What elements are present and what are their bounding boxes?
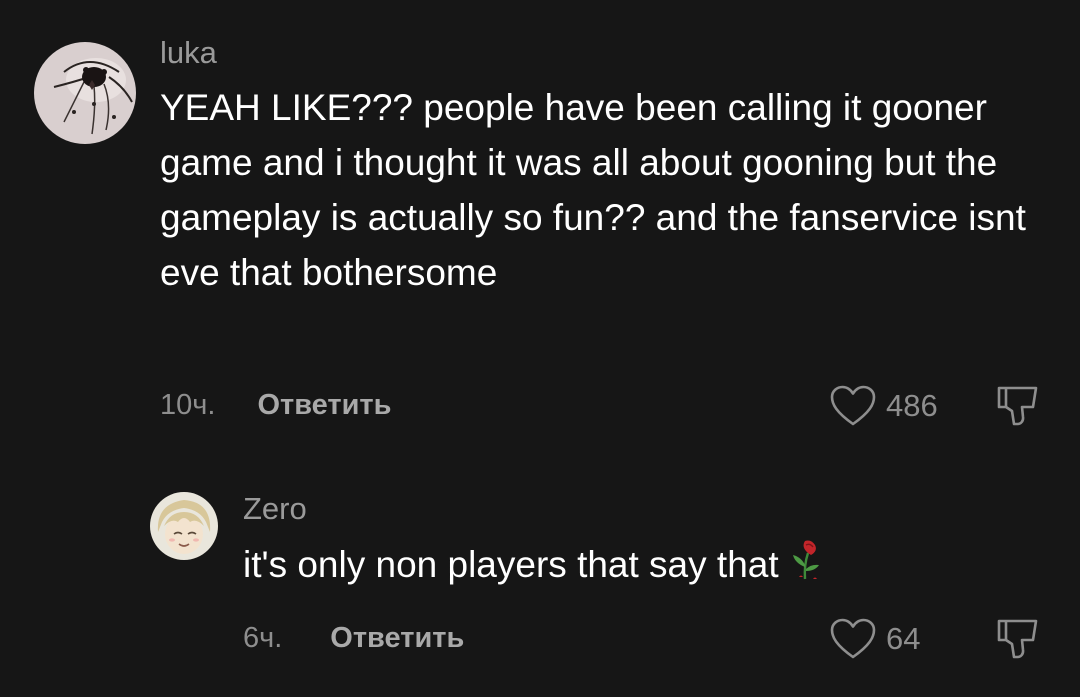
dislike-button[interactable]: [996, 385, 1042, 432]
avatar-luka[interactable]: [34, 42, 136, 144]
comment-username[interactable]: luka: [160, 35, 217, 71]
heart-outline-icon: [830, 385, 876, 426]
spider-avatar-icon: [34, 42, 136, 144]
dislike-button[interactable]: [996, 618, 1042, 665]
wilted-rose-emoji: [787, 537, 823, 596]
comment-meta: 10ч. Ответить: [160, 385, 391, 425]
reply-button[interactable]: Ответить: [257, 389, 391, 422]
like-button[interactable]: 486: [830, 384, 938, 428]
comment-meta: 6ч. Ответить: [243, 618, 464, 658]
comment-timestamp: 6ч.: [243, 621, 283, 654]
heart-outline-icon: [830, 618, 876, 659]
comment-timestamp: 10ч.: [160, 388, 216, 421]
like-button[interactable]: 64: [830, 617, 920, 661]
comment-text: it's only non players that say that: [243, 544, 779, 585]
reply-button[interactable]: Ответить: [330, 622, 464, 655]
comment-username[interactable]: Zero: [243, 491, 307, 527]
like-count: 64: [886, 621, 921, 656]
thumbs-down-icon: [997, 386, 1038, 426]
avatar-zero[interactable]: [150, 492, 218, 560]
anime-character-avatar-icon: [150, 492, 218, 560]
comment-text-row: it's only non players that say that: [243, 537, 1043, 596]
comment-text: YEAH LIKE??? people have been calling it…: [160, 87, 1026, 293]
thumbs-down-icon: [997, 619, 1038, 659]
like-count: 486: [886, 388, 938, 423]
